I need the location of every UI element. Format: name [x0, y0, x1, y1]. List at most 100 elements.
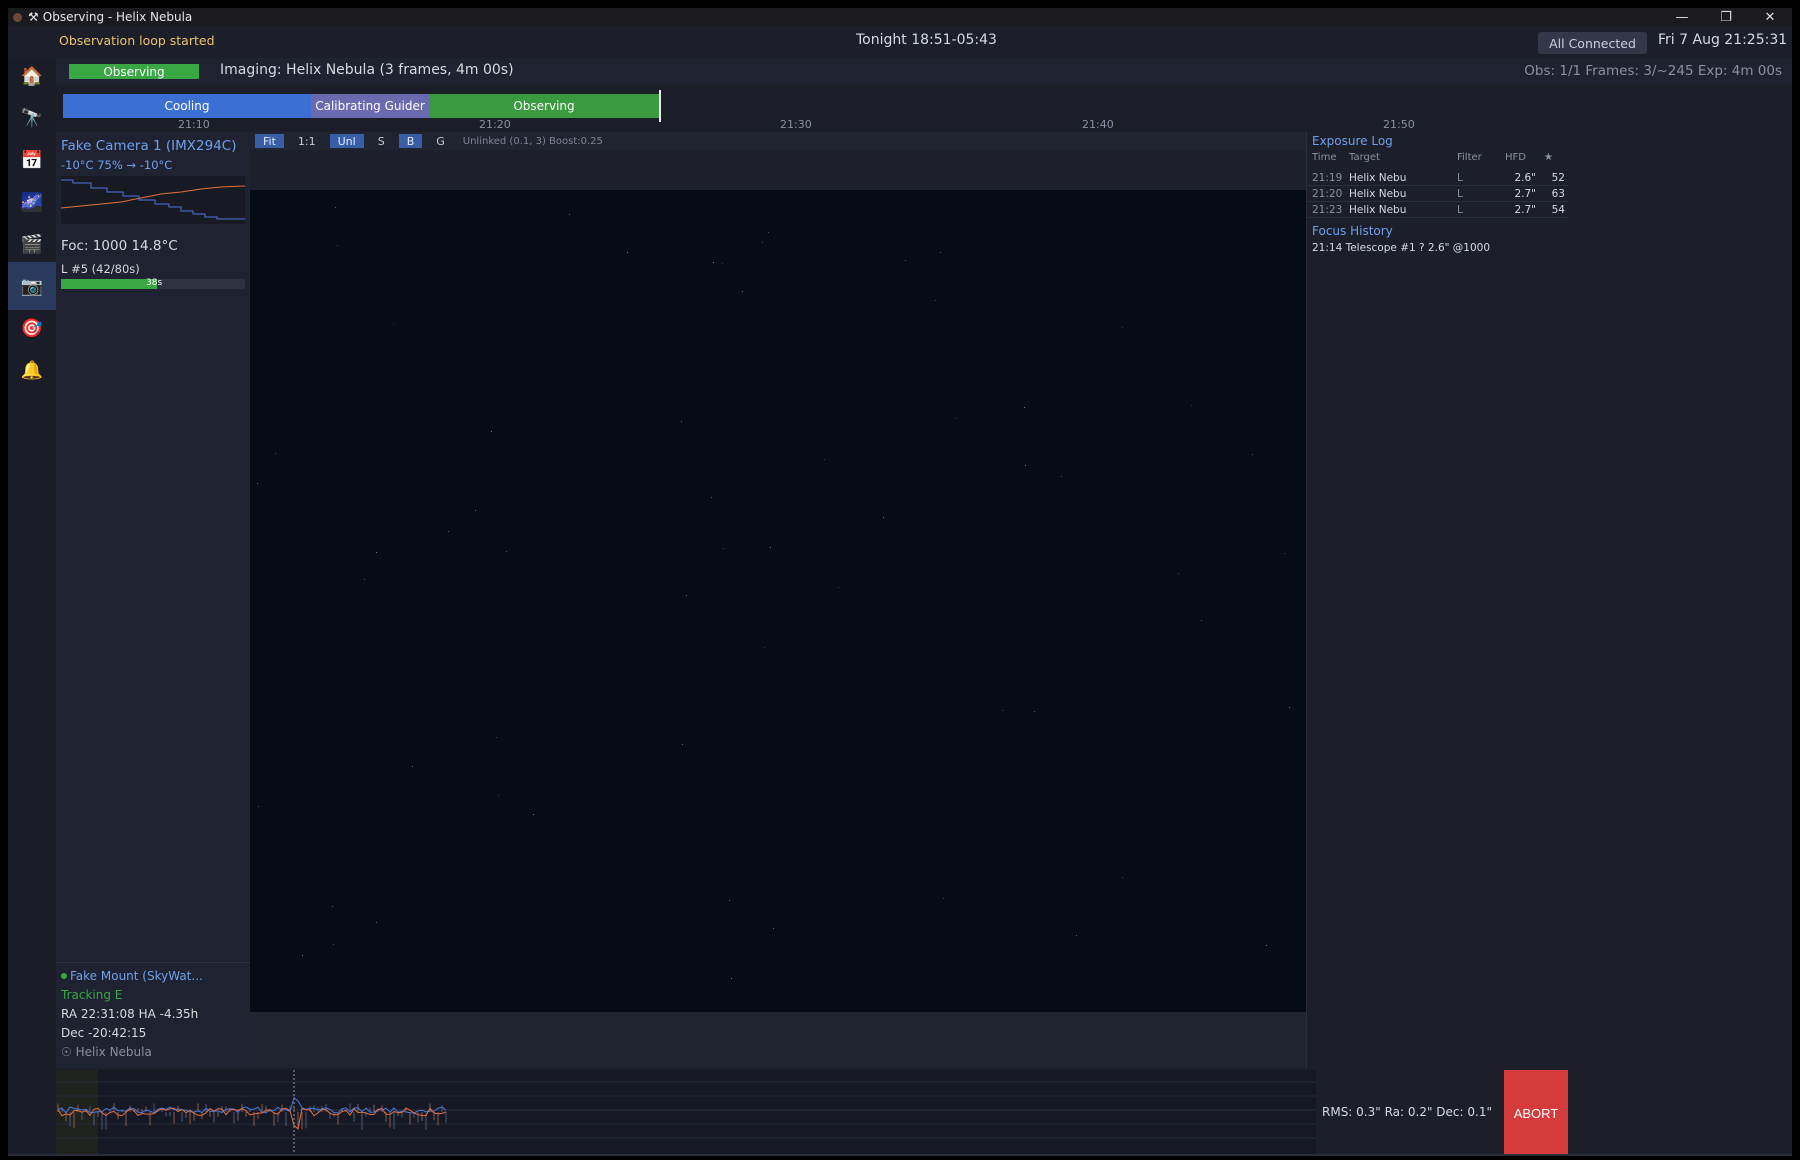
exposure-remaining: 38s — [146, 278, 163, 288]
exposure-log-row[interactable]: 21:19 Helix Nebu L 2.6" 52 — [1307, 170, 1569, 186]
viewer-btn-unl[interactable]: Unl — [329, 134, 364, 148]
nav-camera[interactable]: 📷 — [8, 262, 56, 310]
star — [1002, 710, 1003, 711]
log-cell-time: 21:23 — [1312, 204, 1343, 216]
guide-dec-line — [57, 1107, 447, 1130]
viewer-btn-b[interactable]: B — [398, 134, 423, 148]
guide-graph — [56, 1070, 1316, 1154]
minimize-button[interactable]: — — [1660, 8, 1704, 26]
abort-button[interactable]: ABORT — [1504, 1070, 1568, 1156]
mount-target: ☉ Helix Nebula — [61, 1045, 152, 1059]
nav-galaxy[interactable]: 🌌 — [8, 178, 56, 226]
star — [1024, 407, 1025, 408]
status-message: Observation loop started — [59, 33, 215, 48]
nav-target[interactable]: 🎯 — [8, 304, 56, 352]
app-icon — [13, 12, 22, 22]
camera-panel: Fake Camera 1 (IMX294C) -10°C 75% → -10°… — [56, 132, 250, 962]
guide-ra-line — [57, 1096, 447, 1114]
star — [905, 260, 906, 261]
log-cell-target: Helix Nebu — [1349, 204, 1407, 216]
mount-name[interactable]: Fake Mount (SkyWat... — [61, 969, 203, 983]
star — [768, 232, 769, 233]
star — [498, 795, 499, 796]
nav-sequence[interactable]: 🎬 — [8, 220, 56, 268]
log-cell-hfd: 2.7" — [1514, 204, 1536, 216]
star — [412, 766, 413, 767]
right-panel: Exposure Log Time Target Filter HFD ★ 21… — [1306, 132, 1569, 1068]
star — [764, 647, 765, 648]
sensor-temp-line — [61, 179, 245, 220]
image-viewer: Fit 1:1 Unl S B G Unlinked (0.1, 3) Boost:0.25 — [250, 132, 1306, 1068]
log-header-stars: ★ — [1544, 152, 1553, 163]
star — [627, 252, 628, 253]
exposure-log-row[interactable]: 21:20 Helix Nebu L 2.7" 63 — [1307, 186, 1569, 202]
star — [1076, 935, 1077, 936]
log-cell-target: Helix Nebu — [1349, 172, 1407, 184]
star-image[interactable] — [250, 190, 1306, 1012]
star — [742, 291, 743, 292]
exposure-status: L #5 (42/80s) — [61, 262, 140, 276]
viewer-btn-g[interactable]: G — [428, 134, 453, 148]
star — [275, 453, 276, 454]
star — [682, 744, 683, 745]
star — [955, 418, 956, 419]
phase-observing: Observing — [429, 94, 659, 118]
bell-icon: 🔔 — [20, 359, 44, 381]
nav-bell[interactable]: 🔔 — [8, 346, 56, 394]
star — [257, 483, 258, 484]
viewer-btn-1-1[interactable]: 1:1 — [290, 134, 324, 148]
log-cell-hfd: 2.6" — [1514, 172, 1536, 184]
restore-button[interactable]: ❐ — [1704, 8, 1748, 26]
log-cell-filter: L — [1457, 188, 1463, 200]
star — [506, 551, 507, 552]
guide-graph-svg — [56, 1070, 1316, 1154]
star — [376, 922, 377, 923]
star — [1061, 476, 1062, 477]
log-header-filter: Filter — [1457, 152, 1482, 163]
star — [935, 300, 936, 301]
nav-calendar[interactable]: 📅 — [8, 136, 56, 184]
log-cell-hfd: 2.7" — [1514, 188, 1536, 200]
guide-rms-stats: RMS: 0.3" Ra: 0.2" Dec: 0.1" — [1316, 1070, 1504, 1154]
log-cell-stars: 54 — [1551, 204, 1565, 216]
viewer-btn-fit[interactable]: Fit — [255, 134, 284, 148]
star — [883, 517, 884, 518]
cooler-power-line — [61, 185, 245, 209]
timeline-tick: 21:20 — [479, 118, 511, 131]
star — [686, 595, 687, 596]
star — [940, 252, 941, 253]
mount-panel: Fake Mount (SkyWat... Tracking E RA 22:3… — [56, 962, 250, 1068]
star — [333, 944, 334, 945]
star — [393, 324, 394, 325]
log-cell-filter: L — [1457, 172, 1463, 184]
guide-pulses — [57, 1103, 447, 1130]
phase-calibrating-guider: Calibrating Guider — [311, 94, 429, 118]
viewer-btn-s[interactable]: S — [370, 134, 393, 148]
app-window: ⚒ Observing - Helix Nebula — ❐ ✕ Observa… — [8, 8, 1792, 1156]
right-edge-area — [1568, 132, 1792, 1068]
exposure-log-title: Exposure Log — [1312, 134, 1393, 148]
connection-badge[interactable]: All Connected — [1538, 32, 1647, 54]
log-cell-filter: L — [1457, 204, 1463, 216]
mount-ra: RA 22:31:08 HA -4.35h — [61, 1007, 199, 1021]
star — [713, 262, 714, 263]
home-icon: 🏠 — [20, 65, 44, 87]
star — [1178, 573, 1179, 574]
close-button[interactable]: ✕ — [1748, 8, 1792, 26]
star — [1025, 465, 1026, 466]
camera-name[interactable]: Fake Camera 1 (IMX294C) — [61, 138, 237, 154]
nav-telescope[interactable]: 🔭 — [8, 94, 56, 142]
star — [335, 207, 336, 208]
status-row: Observation loop started Tonight 18:51-0… — [8, 30, 1792, 54]
star — [332, 906, 333, 907]
bottom-strip — [8, 1154, 1792, 1156]
star — [302, 955, 303, 956]
exposure-log-row[interactable]: 21:23 Helix Nebu L 2.7" 54 — [1307, 202, 1569, 218]
telescope-title-icon: ⚒ — [28, 10, 39, 24]
log-header-target: Target — [1349, 152, 1380, 163]
log-cell-stars: 52 — [1551, 172, 1565, 184]
nav-home[interactable]: 🏠 — [8, 52, 56, 100]
telescope-icon: 🔭 — [20, 107, 44, 129]
log-cell-time: 21:20 — [1312, 188, 1343, 200]
tonight-window: Tonight 18:51-05:43 — [856, 32, 997, 48]
